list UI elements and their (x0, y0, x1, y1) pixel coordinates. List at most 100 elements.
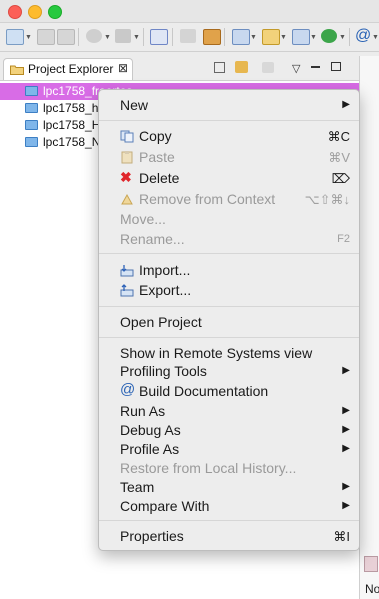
menu-item-label: Restore from Local History... (120, 460, 297, 476)
new-dropdown-icon[interactable]: ▼ (25, 34, 32, 41)
menu-item-compare-with[interactable]: Compare With ▶ (99, 496, 359, 516)
view-menu-icon[interactable]: ▽ (292, 62, 300, 75)
context-menu: New ▶ Copy ⌘C Paste ⌘V ✖ Delete ⌦ Remove… (98, 89, 360, 551)
menu-shortcut: ⌘C (327, 129, 350, 144)
menu-item-remove-from-context[interactable]: Remove from Context ⌥⇧⌘↓ (99, 189, 359, 209)
menu-item-label: Team (120, 479, 155, 495)
menu-item-open-project[interactable]: Open Project (99, 312, 359, 332)
menu-item-label: New (120, 97, 149, 113)
submenu-arrow-icon: ▶ (342, 365, 350, 376)
tree-item-label: lpc1758_N (43, 135, 101, 149)
zoom-window-button[interactable] (48, 5, 62, 19)
save-icon[interactable] (37, 29, 55, 45)
new-class-icon[interactable] (232, 29, 250, 45)
menu-item-move[interactable]: Move... (99, 209, 359, 229)
at-dropdown-icon[interactable]: ▼ (372, 34, 379, 41)
menu-item-show-in-remote-systems[interactable]: Show in Remote Systems view (99, 343, 359, 363)
close-window-button[interactable] (8, 5, 22, 19)
new-source-icon[interactable] (292, 29, 310, 45)
at-sign-icon[interactable]: @ (355, 27, 371, 45)
at-icon: @ (120, 381, 136, 398)
menu-item-run-as[interactable]: Run As ▶ (99, 401, 359, 421)
project-folder-icon (25, 103, 38, 113)
paste-icon (121, 151, 133, 164)
menu-item-label: Properties (120, 528, 184, 544)
delete-icon: ✖ (120, 169, 132, 185)
tab-project-explorer[interactable]: Project Explorer ⊠ (3, 58, 133, 80)
link-with-editor-icon[interactable] (235, 61, 248, 73)
project-folder-icon (25, 137, 38, 147)
remove-context-icon (121, 193, 133, 205)
menu-item-paste[interactable]: Paste ⌘V (99, 147, 359, 167)
submenu-arrow-icon: ▶ (342, 481, 350, 492)
menu-item-label: Build Documentation (139, 383, 269, 399)
build-settings-icon[interactable] (86, 29, 102, 43)
menu-item-export[interactable]: Export... (99, 280, 359, 300)
submenu-arrow-icon: ▶ (342, 424, 350, 435)
toolbar-separator (143, 28, 144, 46)
toolbar-separator (349, 28, 350, 46)
menu-item-debug-as[interactable]: Debug As ▶ (99, 420, 359, 440)
menu-item-label: Rename... (120, 231, 185, 247)
tree-item-label: lpc1758_H (43, 118, 101, 132)
menu-item-label: Import... (139, 262, 191, 278)
new-wizard-icon[interactable] (6, 29, 24, 45)
run-dropdown-icon[interactable]: ▼ (339, 34, 346, 41)
menu-item-new[interactable]: New ▶ (99, 95, 359, 115)
menu-shortcut: ⌘I (333, 529, 350, 544)
menu-item-properties[interactable]: Properties ⌘I (99, 526, 359, 546)
run-icon[interactable] (321, 29, 337, 43)
menu-item-label: Debug As (120, 422, 181, 438)
menu-item-restore-from-local-history[interactable]: Restore from Local History... (99, 458, 359, 478)
close-tab-icon[interactable]: ⊠ (118, 61, 128, 75)
menu-item-build-documentation[interactable]: @ Build Documentation (99, 381, 359, 401)
build-dropdown-icon[interactable]: ▼ (133, 34, 140, 41)
new-folder-icon[interactable] (262, 29, 280, 45)
skip-breakpoints-icon[interactable] (150, 29, 168, 45)
project-explorer-icon (10, 65, 24, 75)
new-folder-dropdown-icon[interactable]: ▼ (280, 34, 287, 41)
menu-item-label: Paste (139, 149, 175, 165)
menu-item-team[interactable]: Team ▶ (99, 477, 359, 497)
maximize-view-icon[interactable] (331, 62, 341, 71)
export-icon (120, 284, 134, 297)
package-icon[interactable] (203, 29, 221, 45)
menu-item-profile-as[interactable]: Profile As ▶ (99, 439, 359, 459)
menu-item-profiling-tools[interactable]: Profiling Tools ▶ (99, 361, 359, 381)
menu-item-import[interactable]: Import... (99, 260, 359, 280)
menu-item-label: Export... (139, 282, 192, 298)
new-class-dropdown-icon[interactable]: ▼ (250, 34, 257, 41)
menu-item-label: Open Project (120, 314, 202, 330)
minimize-window-button[interactable] (28, 5, 42, 19)
menu-item-label: Run As (120, 403, 166, 419)
tab-label: Project Explorer (28, 62, 114, 76)
window-titlebar (0, 0, 379, 23)
menu-shortcut: ⌘V (328, 150, 350, 165)
menu-separator (99, 253, 359, 254)
menu-item-label: Show in Remote Systems view (120, 345, 313, 361)
submenu-arrow-icon: ▶ (342, 500, 350, 511)
menu-item-label: Compare With (120, 498, 210, 514)
open-element-icon[interactable] (180, 29, 196, 43)
focus-icon[interactable] (262, 62, 274, 73)
menu-shortcut: F2 (337, 233, 350, 245)
project-folder-icon (25, 86, 38, 96)
menu-item-copy[interactable]: Copy ⌘C (99, 126, 359, 146)
editor-area-edge: No (360, 56, 379, 599)
project-folder-icon (25, 120, 38, 130)
collapse-all-icon[interactable] (214, 62, 225, 73)
view-tab-bar: Project Explorer ⊠ ▽ (0, 56, 359, 81)
menu-item-label: Move... (120, 211, 166, 227)
notes-icon (364, 556, 378, 572)
menu-item-label: Copy (139, 128, 172, 144)
menu-item-label: Profiling Tools (120, 363, 207, 379)
build-settings-dropdown-icon[interactable]: ▼ (104, 34, 111, 41)
new-source-dropdown-icon[interactable]: ▼ (310, 34, 317, 41)
minimize-view-icon[interactable] (311, 66, 320, 68)
menu-item-delete[interactable]: ✖ Delete ⌦ (99, 168, 359, 188)
save-all-icon[interactable] (57, 29, 75, 45)
menu-item-rename[interactable]: Rename... F2 (99, 229, 359, 249)
build-hammer-icon[interactable] (115, 29, 131, 43)
menu-item-label: Remove from Context (139, 191, 276, 207)
menu-shortcut: ⌦ (331, 171, 350, 186)
